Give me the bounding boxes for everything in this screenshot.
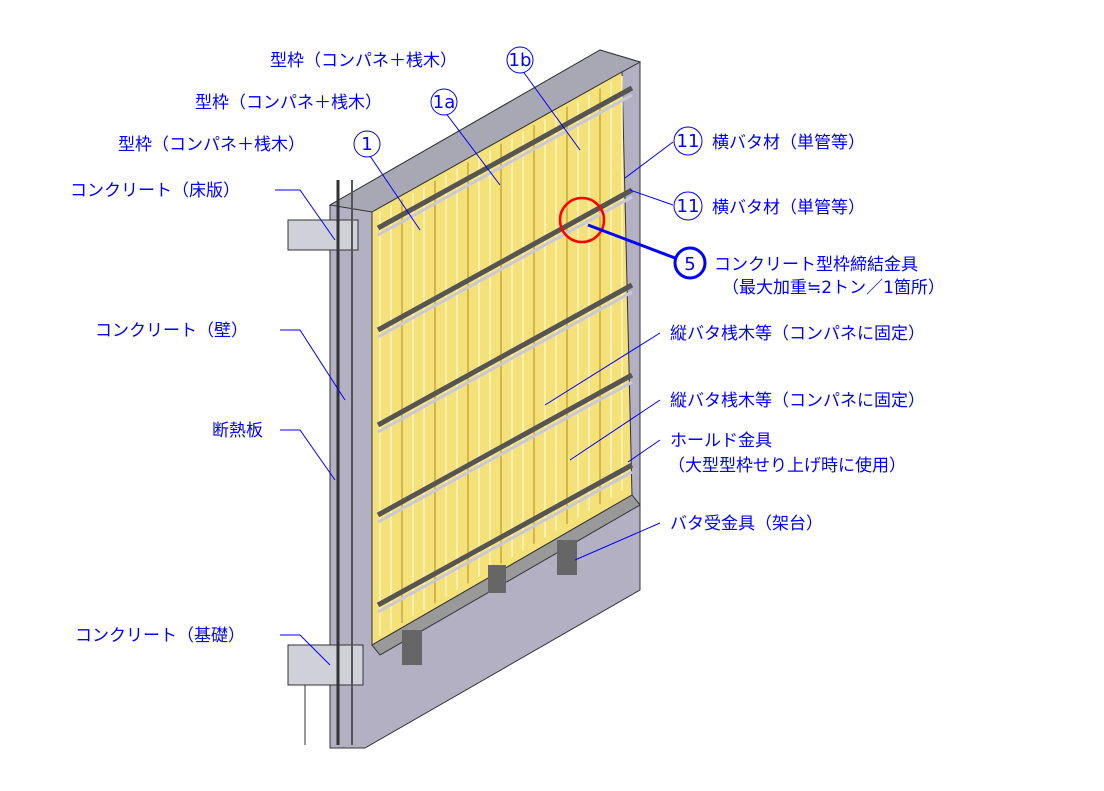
label-hold-line1: ホールド金具 [670, 431, 772, 451]
label-vertical-batten-1: 縦バタ桟木等（コンパネに固定） [670, 324, 925, 344]
bracket [488, 565, 506, 593]
bracket [402, 630, 422, 665]
label-formwork-1a: 型枠（コンパネ＋桟木） [195, 93, 382, 113]
label-concrete-slab: コンクリート（床版） [70, 181, 240, 201]
bracket [557, 540, 577, 575]
label-insulation: 断熱板 [212, 421, 263, 441]
number-1a: 1a [433, 92, 455, 113]
number-1: 1 [361, 134, 372, 155]
label-concrete-wall: コンクリート（壁） [95, 321, 248, 341]
label-hold-line2: （大型型枠せり上げ時に使用） [668, 455, 906, 476]
label-formwork-1: 型枠（コンパネ＋桟木） [118, 135, 305, 155]
label-batten-bracket: バタ受金具（架台） [670, 514, 823, 534]
label-tie-line2: （最大加重≒2トン／1箇所） [722, 278, 945, 298]
leader [280, 429, 336, 481]
label-tie-line1: コンクリート型枠締結金具 [714, 255, 918, 275]
label-vertical-batten-2: 縦バタ桟木等（コンパネに固定） [670, 391, 925, 411]
formwork-diagram: 型枠（コンパネ＋桟木） 1b 型枠（コンパネ＋桟木） 1a 型枠（コンパネ＋桟木… [70, 46, 945, 749]
number-11a: 11 [677, 131, 700, 152]
label-horizontal-batten-2: 横バタ材（単管等） [712, 198, 865, 218]
number-5: 5 [684, 254, 695, 275]
number-11b: 11 [677, 196, 700, 217]
label-concrete-foundation: コンクリート（基礎） [75, 626, 245, 646]
floor-slab-section [287, 219, 359, 251]
label-horizontal-batten-1: 横バタ材（単管等） [712, 133, 865, 153]
label-formwork-1b: 型枠（コンパネ＋桟木） [270, 51, 457, 71]
number-1b: 1b [509, 50, 532, 71]
